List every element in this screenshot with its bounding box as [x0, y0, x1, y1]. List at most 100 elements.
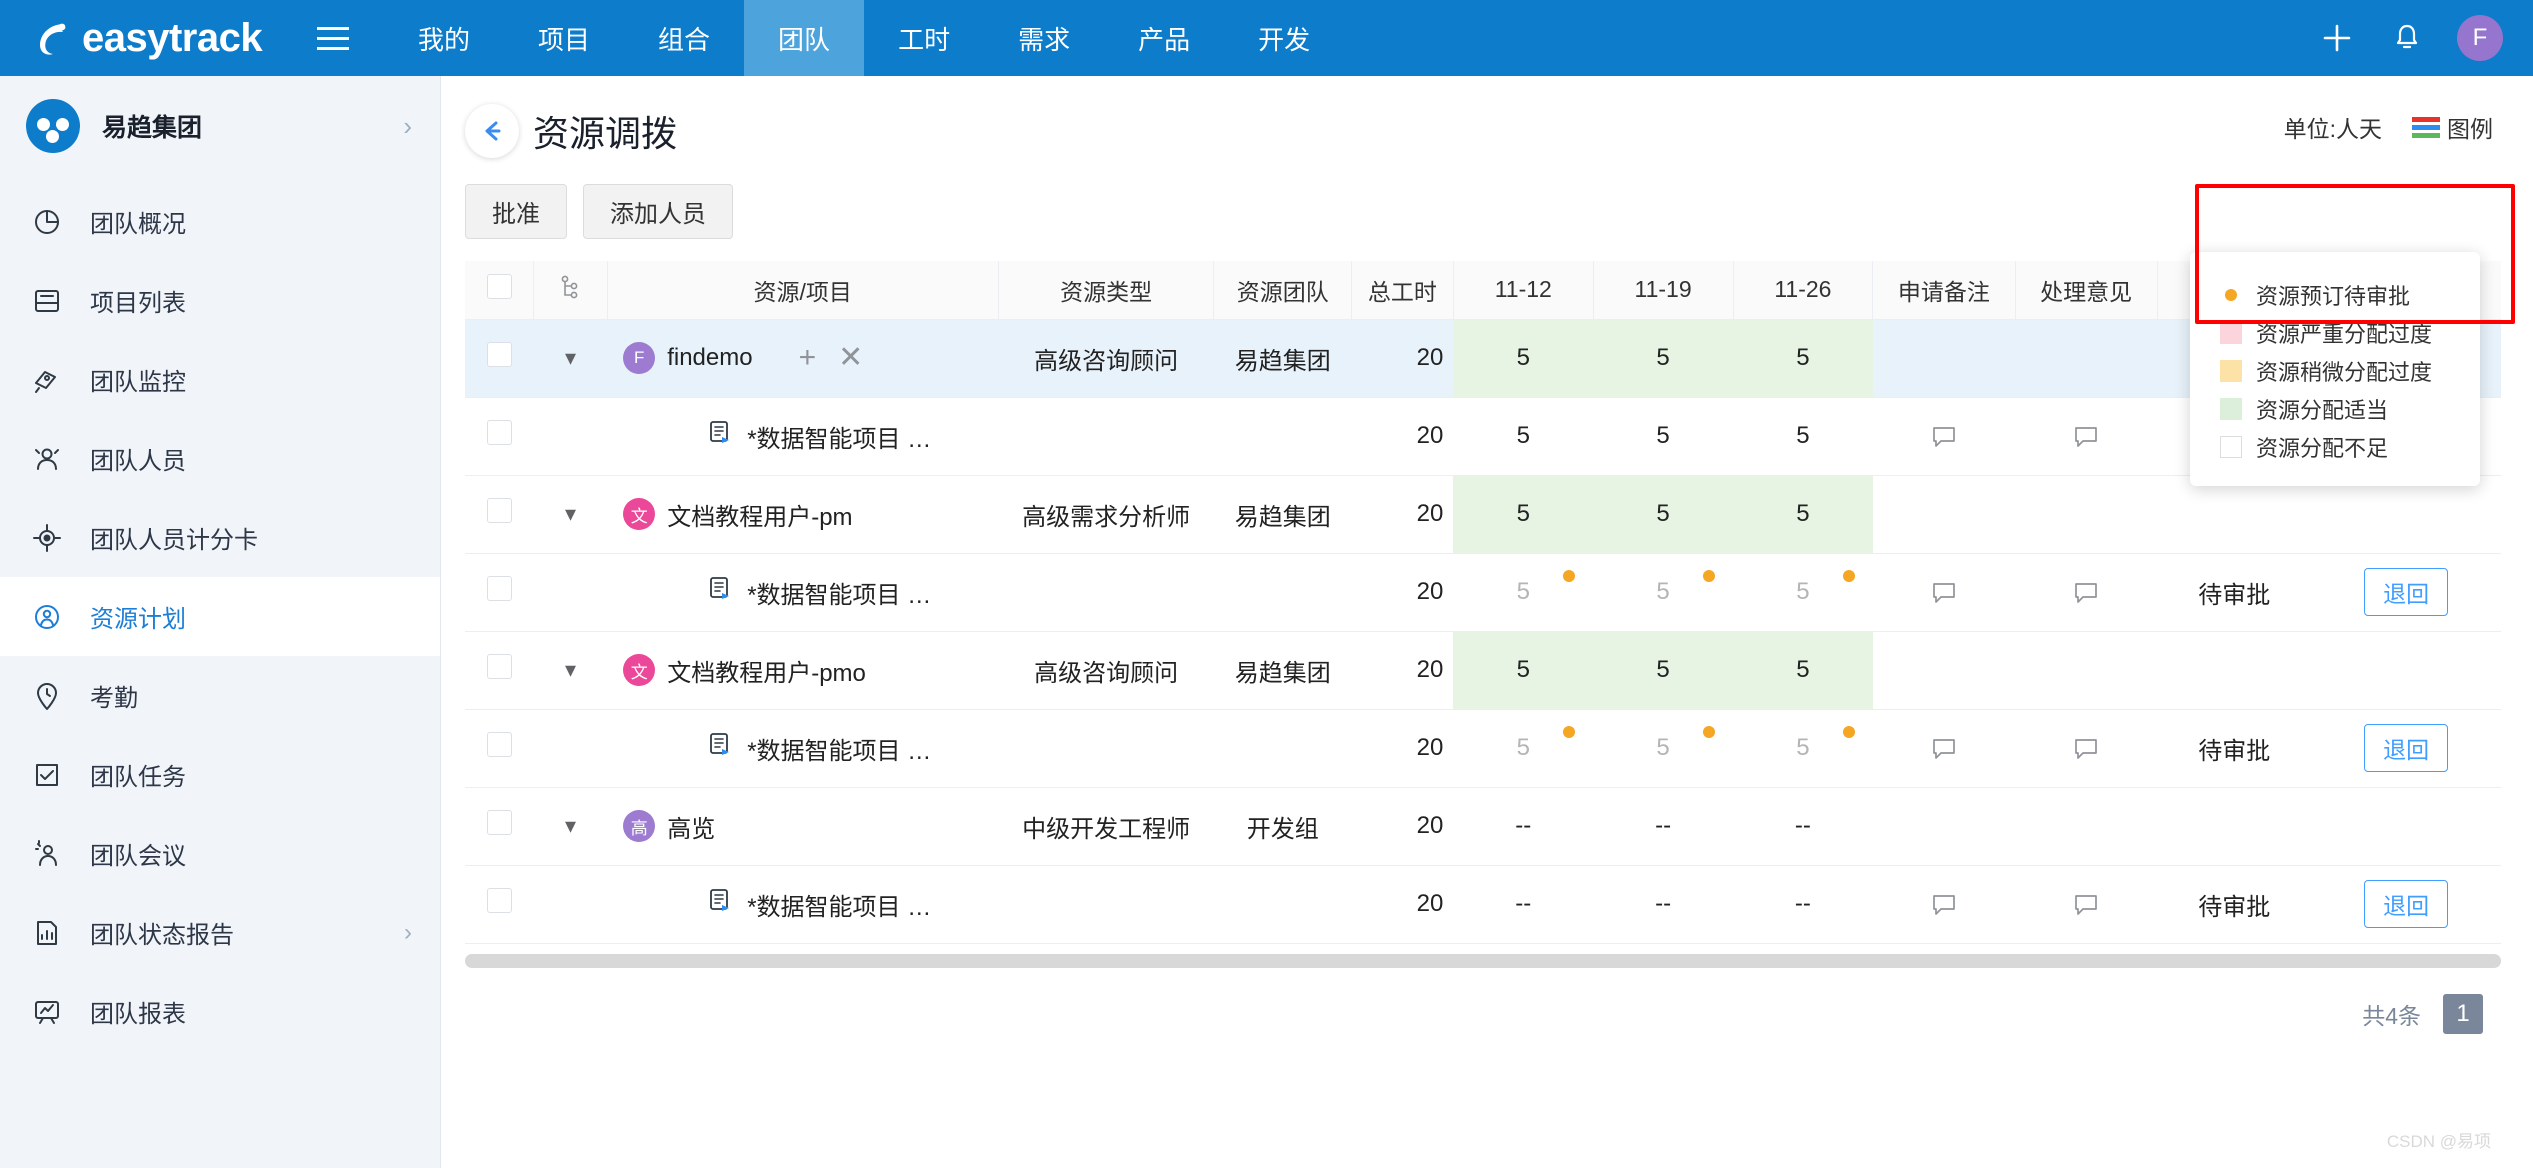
resource-name[interactable]: findemo — [667, 344, 752, 372]
row-checkbox[interactable] — [486, 420, 512, 445]
sidebar-item-7[interactable]: 团队任务 — [0, 735, 440, 814]
plus-icon[interactable] — [2317, 18, 2357, 58]
sidebar-item-6[interactable]: 考勤 — [0, 656, 440, 735]
avatar[interactable]: F — [2457, 15, 2503, 61]
resource-name[interactable]: 高览 — [667, 809, 715, 844]
table-row[interactable]: *数据智能项目 … 20 -- -- -- 待审批 退回 — [465, 865, 2501, 944]
row-checkbox[interactable] — [486, 732, 512, 757]
week-cell-3[interactable]: 5 — [1733, 709, 1873, 788]
sidebar-item-8[interactable]: 团队会议 — [0, 814, 440, 893]
bell-icon[interactable] — [2387, 18, 2427, 58]
row-checkbox[interactable] — [486, 888, 512, 913]
week-cell-1[interactable]: -- — [1453, 787, 1594, 866]
top-nav-item-1[interactable]: 项目 — [504, 0, 624, 76]
chevron-right-icon[interactable]: › — [403, 111, 412, 142]
top-nav-item-7[interactable]: 开发 — [1224, 0, 1344, 76]
close-icon[interactable]: ✕ — [838, 343, 863, 373]
week-cell-1[interactable]: 5 — [1453, 631, 1594, 710]
table-row[interactable]: *数据智能项目 … 20 5 5 5 待审批 退回 — [465, 709, 2501, 788]
row-checkbox[interactable] — [486, 498, 512, 523]
comment-icon[interactable] — [1883, 890, 2005, 918]
table-row[interactable]: ▾ 文文档教程用户-pmo 高级咨询顾问 易趋集团 20 5 5 5 — [465, 631, 2501, 710]
comment-icon[interactable] — [1883, 422, 2005, 450]
project-name[interactable]: *数据智能项目 … — [747, 731, 931, 766]
page-number-1[interactable]: 1 — [2443, 993, 2483, 1034]
week-cell-2[interactable]: 5 — [1593, 631, 1733, 710]
sidebar-item-10[interactable]: 团队报表 — [0, 972, 440, 1051]
chevron-down-icon[interactable]: ▾ — [565, 813, 576, 838]
plus-icon[interactable]: + — [799, 343, 817, 373]
table-row[interactable]: ▾ 高高览 中级开发工程师 开发组 20 -- -- -- — [465, 787, 2501, 866]
select-all-checkbox[interactable] — [486, 274, 512, 300]
week-cell-3[interactable]: 5 — [1733, 397, 1873, 476]
arrow-left-icon[interactable] — [465, 104, 519, 158]
legend-toggle-button[interactable]: 图例 — [2412, 110, 2493, 144]
return-button[interactable]: 退回 — [2364, 724, 2449, 772]
week-cell-2[interactable]: 5 — [1593, 553, 1733, 632]
top-nav-item-4[interactable]: 工时 — [864, 0, 984, 76]
sidebar-item-3[interactable]: 团队人员 — [0, 419, 440, 498]
row-checkbox[interactable] — [486, 576, 512, 601]
top-nav-item-5[interactable]: 需求 — [984, 0, 1104, 76]
hamburger-icon[interactable] — [310, 0, 356, 76]
return-button[interactable]: 退回 — [2364, 880, 2449, 928]
top-nav-item-6[interactable]: 产品 — [1104, 0, 1224, 76]
table-row[interactable]: *数据智能项目 … 20 5 5 5 待审批 退回 — [465, 553, 2501, 632]
org-selector[interactable]: 易趋集团 › — [0, 76, 440, 176]
week-cell-1[interactable]: 5 — [1453, 397, 1594, 476]
return-button[interactable]: 退回 — [2364, 568, 2449, 616]
th-restype[interactable]: 资源类型 — [998, 261, 1215, 320]
week-cell-1[interactable]: 5 — [1453, 553, 1594, 632]
week-cell-2[interactable]: 5 — [1593, 475, 1733, 554]
tree-branch-icon[interactable] — [558, 275, 582, 305]
chevron-down-icon[interactable]: ▾ — [565, 501, 576, 526]
week-cell-2[interactable]: -- — [1593, 787, 1733, 866]
resource-name[interactable]: 文档教程用户-pmo — [667, 653, 866, 688]
week-cell-2[interactable]: -- — [1593, 865, 1733, 944]
week-cell-1[interactable]: 5 — [1453, 319, 1594, 398]
approve-button[interactable]: 批准 — [465, 184, 567, 239]
sidebar-item-5[interactable]: 资源计划 — [0, 577, 440, 656]
sidebar-item-4[interactable]: 团队人员计分卡 — [0, 498, 440, 577]
week-cell-1[interactable]: 5 — [1453, 709, 1594, 788]
th-week-2[interactable]: 11-19 — [1593, 261, 1734, 320]
top-nav-item-0[interactable]: 我的 — [384, 0, 504, 76]
add-person-button[interactable]: 添加人员 — [583, 184, 733, 239]
th-note[interactable]: 申请备注 — [1872, 261, 2016, 320]
row-checkbox[interactable] — [486, 810, 512, 835]
project-name[interactable]: *数据智能项目 … — [747, 575, 931, 610]
row-checkbox[interactable] — [486, 342, 512, 367]
horizontal-scrollbar[interactable] — [465, 953, 2501, 968]
top-nav-item-3[interactable]: 团队 — [744, 0, 865, 76]
chevron-right-icon[interactable]: › — [404, 919, 412, 947]
week-cell-3[interactable]: 5 — [1733, 319, 1873, 398]
th-resource[interactable]: 资源/项目 — [607, 261, 999, 320]
comment-icon[interactable] — [1883, 734, 2005, 762]
comment-icon[interactable] — [2025, 890, 2147, 918]
week-cell-1[interactable]: -- — [1453, 865, 1594, 944]
th-total[interactable]: 总工时 — [1351, 261, 1454, 320]
week-cell-3[interactable]: 5 — [1733, 631, 1873, 710]
sidebar-item-0[interactable]: 团队概况 — [0, 182, 440, 261]
th-opinion[interactable]: 处理意见 — [2015, 261, 2158, 320]
week-cell-2[interactable]: 5 — [1593, 709, 1733, 788]
th-resteam[interactable]: 资源团队 — [1213, 261, 1352, 320]
chevron-down-icon[interactable]: ▾ — [565, 345, 576, 370]
week-cell-2[interactable]: 5 — [1593, 397, 1733, 476]
sidebar-item-2[interactable]: 团队监控 — [0, 340, 440, 419]
week-cell-3[interactable]: 5 — [1733, 553, 1873, 632]
project-name[interactable]: *数据智能项目 … — [747, 887, 931, 922]
resource-name[interactable]: 文档教程用户-pm — [667, 497, 852, 532]
week-cell-1[interactable]: 5 — [1453, 475, 1594, 554]
th-week-3[interactable]: 11-26 — [1733, 261, 1874, 320]
comment-icon[interactable] — [2025, 578, 2147, 606]
row-checkbox[interactable] — [486, 654, 512, 679]
top-nav-item-2[interactable]: 组合 — [624, 0, 744, 76]
project-name[interactable]: *数据智能项目 … — [747, 419, 931, 454]
sidebar-item-1[interactable]: 项目列表 — [0, 261, 440, 340]
week-cell-3[interactable]: 5 — [1733, 475, 1873, 554]
week-cell-3[interactable]: -- — [1733, 865, 1873, 944]
chevron-down-icon[interactable]: ▾ — [565, 657, 576, 682]
comment-icon[interactable] — [1883, 578, 2005, 606]
sidebar-item-9[interactable]: 团队状态报告 › — [0, 893, 440, 972]
